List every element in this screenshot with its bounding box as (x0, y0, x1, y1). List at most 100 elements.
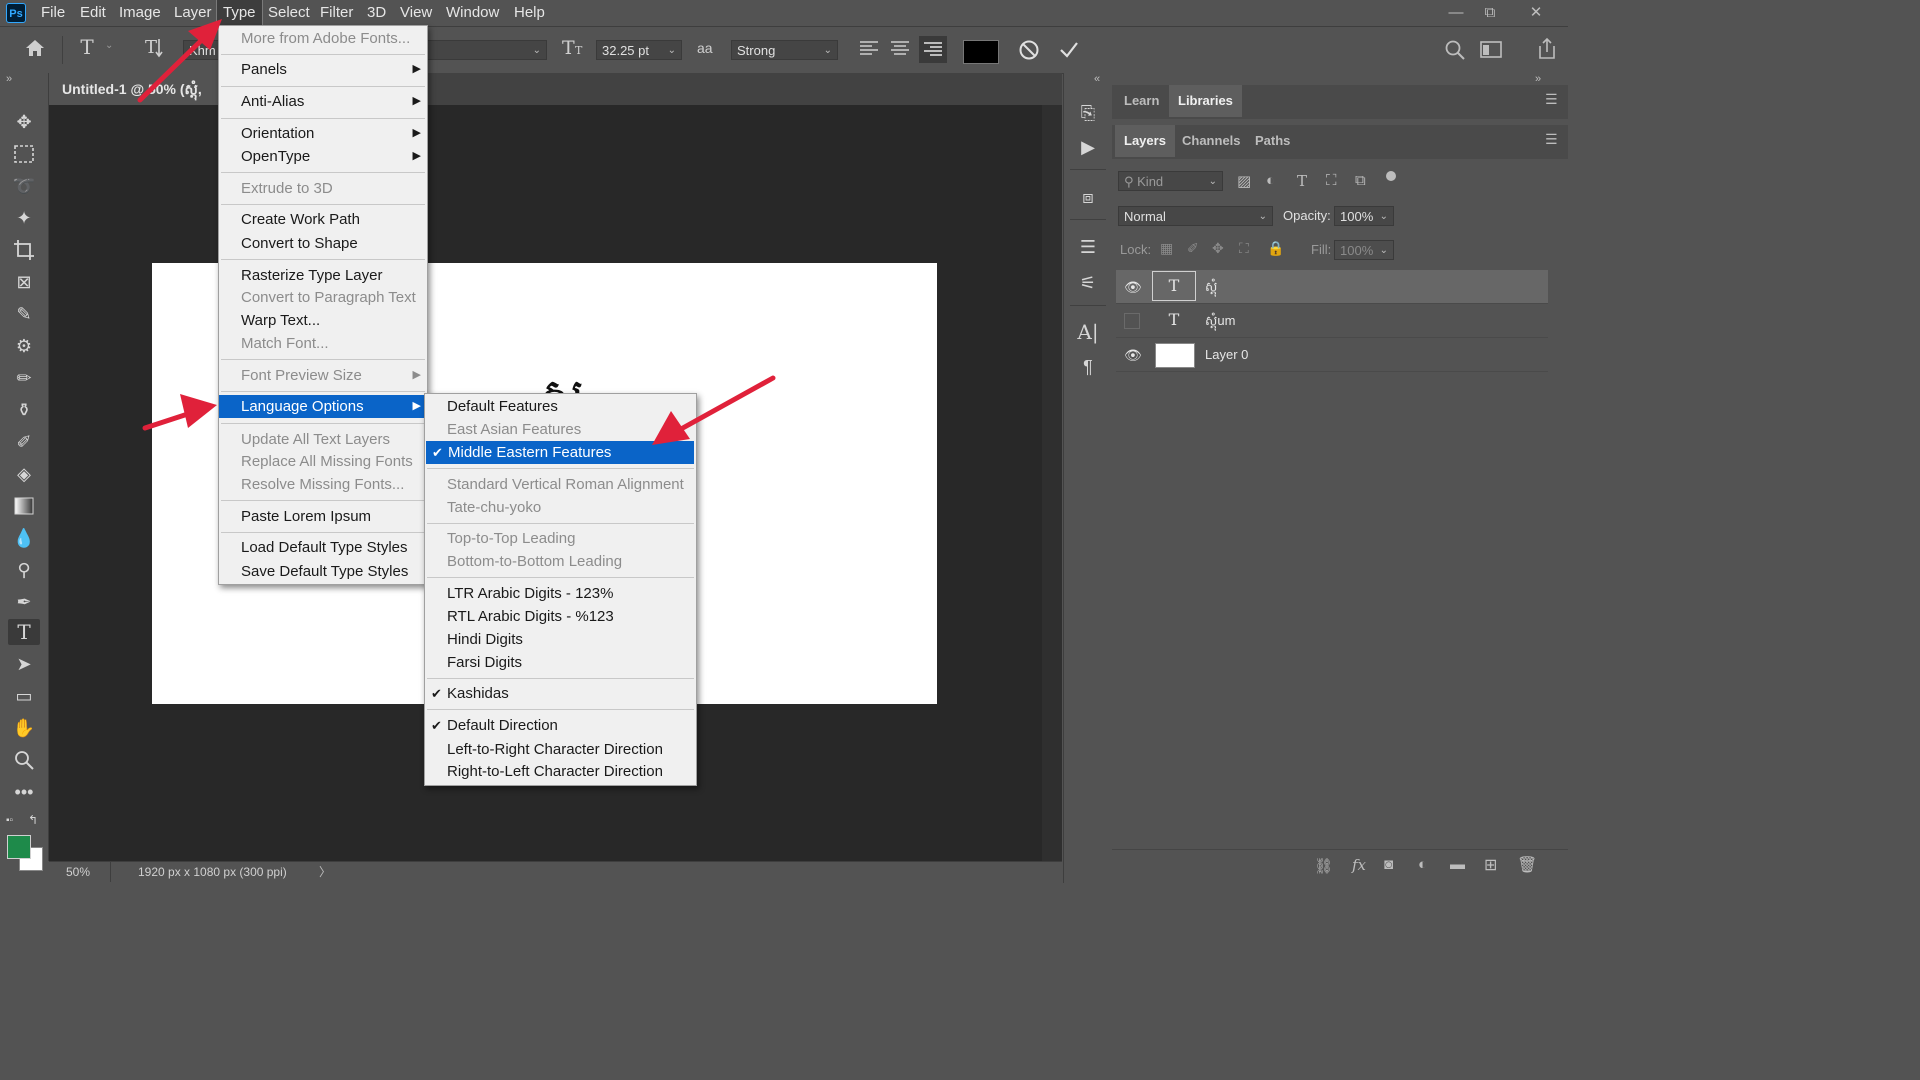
toggle-orientation-icon[interactable]: T (141, 35, 167, 63)
chevron-down-icon[interactable]: ⌄ (105, 40, 113, 51)
zoom-tool-icon[interactable] (8, 747, 40, 773)
adjustment-layer-icon[interactable]: ◐ (1418, 856, 1427, 873)
lock-artboard-icon[interactable]: ⛶ (1239, 240, 1249, 257)
chevron-right-icon[interactable]: 〉 (319, 862, 331, 882)
restore-button[interactable]: ⧉ (1472, 0, 1508, 26)
clone-stamp-tool-icon[interactable]: ⚱ (8, 397, 40, 423)
expand-toolbar-icon[interactable]: » (6, 73, 12, 85)
shape-filter-icon[interactable]: ⛶ (1326, 172, 1337, 189)
add-mask-icon[interactable]: ◙ (1384, 856, 1393, 873)
menu-item-anti-alias[interactable]: Anti-Alias ▶ (219, 90, 427, 113)
menu-item-default-features[interactable]: Default Features (425, 395, 696, 418)
menu-item-hindi-digits[interactable]: Hindi Digits (425, 628, 696, 651)
crop-tool-icon[interactable] (8, 237, 40, 263)
type-filter-icon[interactable]: T (1297, 172, 1307, 190)
pen-tool-icon[interactable]: ✒ (8, 589, 40, 615)
cancel-icon[interactable] (1017, 38, 1041, 62)
align-right-icon[interactable] (919, 36, 947, 63)
menu-item-warp-text[interactable]: Warp Text... (219, 309, 427, 332)
menu-item-convert-to-shape[interactable]: Convert to Shape (219, 232, 427, 255)
paragraph-panel-icon[interactable]: ¶ (1074, 353, 1102, 381)
menu-item-kashidas[interactable]: ✔ Kashidas (425, 682, 696, 705)
close-button[interactable]: ✕ (1518, 0, 1554, 26)
tab-paths[interactable]: Paths (1246, 125, 1299, 157)
menu-item-rtl-character-direction[interactable]: Right-to-Left Character Direction (425, 760, 696, 783)
menu-item-east-asian-features[interactable]: East Asian Features (425, 418, 696, 441)
menu-item-more-fonts[interactable]: More from Adobe Fonts... (219, 27, 427, 50)
menu-layer[interactable]: Layer (168, 0, 218, 26)
menu-item-convert-paragraph[interactable]: Convert to Paragraph Text (219, 286, 427, 309)
lasso-tool-icon[interactable]: ➰ (8, 173, 40, 199)
anti-alias-select[interactable]: Strong ⌄ (731, 40, 838, 60)
menu-item-create-work-path[interactable]: Create Work Path (219, 208, 427, 231)
menu-item-ltr-character-direction[interactable]: Left-to-Right Character Direction (425, 738, 696, 761)
blend-mode-select[interactable]: Normal ⌄ (1118, 206, 1273, 226)
share-icon[interactable] (1535, 36, 1559, 62)
menu-item-vertical-roman-alignment[interactable]: Standard Vertical Roman Alignment (425, 473, 696, 496)
menu-item-tate-chu-yoko[interactable]: Tate-chu-yoko (425, 496, 696, 519)
commit-checkmark-icon[interactable] (1057, 38, 1081, 62)
align-center-icon[interactable] (889, 39, 913, 61)
collapse-dock-icon[interactable]: « (1094, 73, 1100, 85)
link-layers-icon[interactable]: ⛓ (1314, 857, 1333, 875)
menu-item-font-preview-size[interactable]: Font Preview Size ▶ (219, 364, 427, 387)
dodge-tool-icon[interactable]: ⚲ (8, 557, 40, 583)
eyedropper-tool-icon[interactable]: ✎ (8, 301, 40, 327)
tab-layers[interactable]: Layers (1115, 125, 1175, 157)
menu-select[interactable]: Select (262, 0, 316, 26)
history-brush-tool-icon[interactable]: ✐ (8, 429, 40, 455)
menu-item-load-default-styles[interactable]: Load Default Type Styles (219, 536, 427, 559)
layer-style-icon[interactable]: fx (1352, 856, 1366, 874)
home-icon[interactable] (21, 36, 49, 64)
smart-object-filter-icon[interactable]: ⧉ (1355, 172, 1366, 189)
menu-edit[interactable]: Edit (74, 0, 112, 26)
menu-item-rtl-arabic-digits[interactable]: RTL Arabic Digits - %123 (425, 605, 696, 628)
adjustment-filter-icon[interactable]: ◐ (1266, 172, 1275, 189)
eye-icon[interactable]: 👁 (1124, 347, 1142, 364)
properties-panel-icon[interactable]: ⚟ (1074, 269, 1102, 297)
menu-image[interactable]: Image (113, 0, 167, 26)
lock-paint-icon[interactable]: ✐ (1187, 240, 1199, 257)
history-panel-icon[interactable]: ⎘ (1074, 99, 1102, 127)
menu-help[interactable]: Help (508, 0, 551, 26)
tab-channels[interactable]: Channels (1173, 125, 1250, 157)
menu-item-paste-lorem-ipsum[interactable]: Paste Lorem Ipsum (219, 505, 427, 528)
menu-filter[interactable]: Filter (314, 0, 359, 26)
menu-item-replace-missing-fonts[interactable]: Replace All Missing Fonts (219, 450, 427, 473)
menu-item-panels[interactable]: Panels ▶ (219, 58, 427, 81)
eraser-tool-icon[interactable]: ◈ (8, 461, 40, 487)
eye-icon[interactable]: 👁 (1124, 279, 1142, 296)
menu-item-bottom-to-bottom-leading[interactable]: Bottom-to-Bottom Leading (425, 550, 696, 573)
menu-type[interactable]: Type (216, 0, 263, 27)
menu-item-resolve-missing-fonts[interactable]: Resolve Missing Fonts... (219, 473, 427, 496)
filter-toggle-icon[interactable] (1386, 171, 1396, 181)
character-panel-icon[interactable]: A| (1074, 318, 1102, 346)
tab-libraries[interactable]: Libraries (1169, 85, 1242, 117)
menu-3d[interactable]: 3D (361, 0, 392, 26)
foreground-color-swatch[interactable] (7, 835, 31, 859)
healing-brush-tool-icon[interactable]: ⚙ (8, 333, 40, 359)
hand-tool-icon[interactable]: ✋ (8, 715, 40, 741)
font-size-select[interactable]: 32.25 pt ⌄ (596, 40, 682, 60)
collapse-panels-icon[interactable]: » (1535, 73, 1541, 85)
menu-item-farsi-digits[interactable]: Farsi Digits (425, 651, 696, 674)
zoom-level[interactable]: 50% (66, 862, 90, 882)
path-selection-tool-icon[interactable]: ➤ (8, 651, 40, 677)
actions-panel-icon[interactable]: ▶ (1074, 133, 1102, 161)
menu-item-ltr-arabic-digits[interactable]: LTR Arabic Digits - 123% (425, 582, 696, 605)
gradient-tool-icon[interactable] (8, 493, 40, 519)
brush-tool-icon[interactable]: ✏ (8, 365, 40, 391)
menu-file[interactable]: File (35, 0, 71, 26)
vertical-scrollbar[interactable] (1042, 105, 1062, 861)
blur-tool-icon[interactable]: 💧 (8, 525, 40, 551)
layer-row[interactable]: 👁 Layer 0 (1116, 338, 1548, 372)
menu-item-rasterize-type-layer[interactable]: Rasterize Type Layer (219, 264, 427, 287)
frame-tool-icon[interactable]: ⊠ (8, 269, 40, 295)
visibility-toggle[interactable] (1124, 313, 1140, 329)
opacity-input[interactable]: 100% ⌄ (1334, 206, 1394, 226)
layer-row[interactable]: T ស្តុំum (1116, 304, 1548, 338)
3d-panel-icon[interactable]: ⧈ (1074, 183, 1102, 211)
magic-wand-tool-icon[interactable]: ✦ (8, 205, 40, 231)
fill-input[interactable]: 100% ⌄ (1334, 240, 1394, 260)
menu-item-orientation[interactable]: Orientation ▶ (219, 122, 427, 145)
